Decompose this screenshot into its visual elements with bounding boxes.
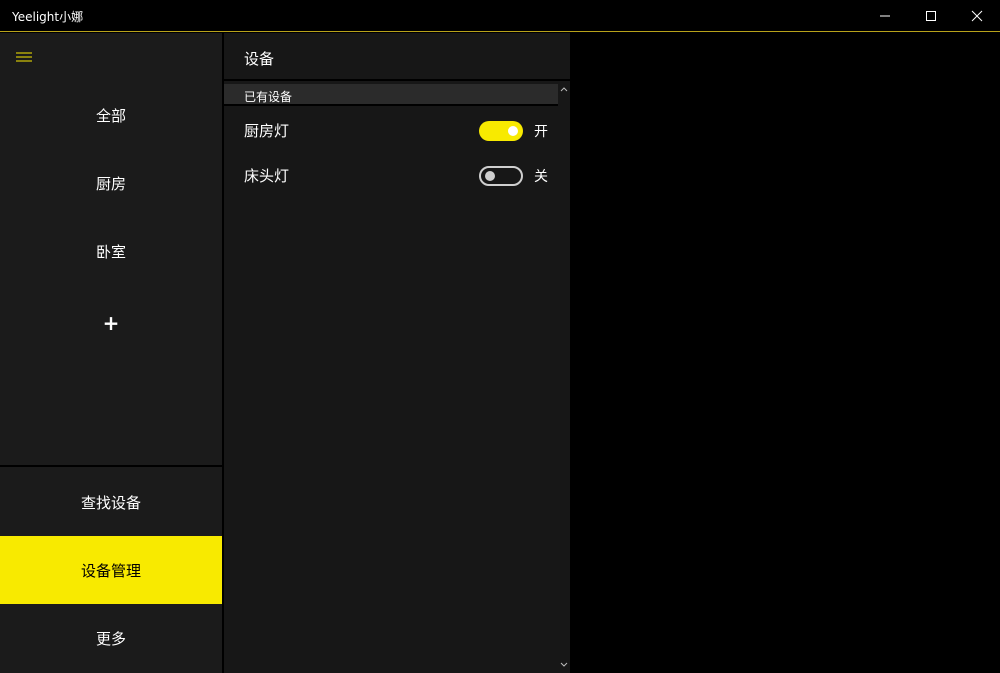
- sidebar: 全部 厨房 卧室 + 查找设备 设备管理 更多: [0, 33, 222, 673]
- toggle-knob: [508, 126, 518, 136]
- add-group-button[interactable]: +: [0, 289, 222, 357]
- device-name: 厨房灯: [244, 122, 290, 140]
- title-bar: Yeelight小娜: [0, 0, 1000, 32]
- section-title: 已有设备: [244, 90, 293, 104]
- scroll-up-button[interactable]: [558, 83, 570, 95]
- close-icon: [971, 10, 983, 21]
- content-area: [570, 33, 1000, 673]
- minimize-button[interactable]: [862, 0, 908, 31]
- device-row[interactable]: 厨房灯 开: [224, 108, 558, 152]
- device-panel: 设备 已有设备 厨房灯 开 床头灯 关: [224, 33, 570, 673]
- maximize-icon: [926, 10, 936, 21]
- window-title: Yeelight小娜: [12, 10, 84, 24]
- section-header: 已有设备: [224, 84, 558, 106]
- sidebar-divider: [0, 465, 222, 467]
- device-state-label: 开: [534, 124, 548, 140]
- scrollbar[interactable]: [558, 81, 570, 673]
- scroll-down-button[interactable]: [558, 659, 570, 671]
- device-name: 床头灯: [244, 167, 290, 185]
- group-kitchen[interactable]: 厨房: [0, 149, 222, 217]
- nav-device-management[interactable]: 设备管理: [0, 536, 222, 604]
- panel-header: 设备: [224, 33, 570, 81]
- chevron-up-icon: [560, 87, 568, 92]
- maximize-button[interactable]: [908, 0, 954, 31]
- group-all[interactable]: 全部: [0, 81, 222, 149]
- device-toggle[interactable]: [479, 121, 523, 141]
- nav-more[interactable]: 更多: [0, 604, 222, 672]
- panel-title: 设备: [244, 50, 275, 68]
- toggle-knob: [485, 171, 495, 181]
- group-bedroom[interactable]: 卧室: [0, 217, 222, 285]
- chevron-down-icon: [560, 662, 568, 667]
- device-toggle[interactable]: [479, 166, 523, 186]
- hamburger-icon: [16, 52, 32, 62]
- hamburger-menu-button[interactable]: [14, 49, 34, 65]
- minimize-icon: [880, 15, 890, 16]
- device-state-label: 关: [534, 169, 548, 185]
- device-row[interactable]: 床头灯 关: [224, 153, 558, 197]
- nav-find-devices[interactable]: 查找设备: [0, 468, 222, 536]
- close-button[interactable]: [954, 0, 1000, 31]
